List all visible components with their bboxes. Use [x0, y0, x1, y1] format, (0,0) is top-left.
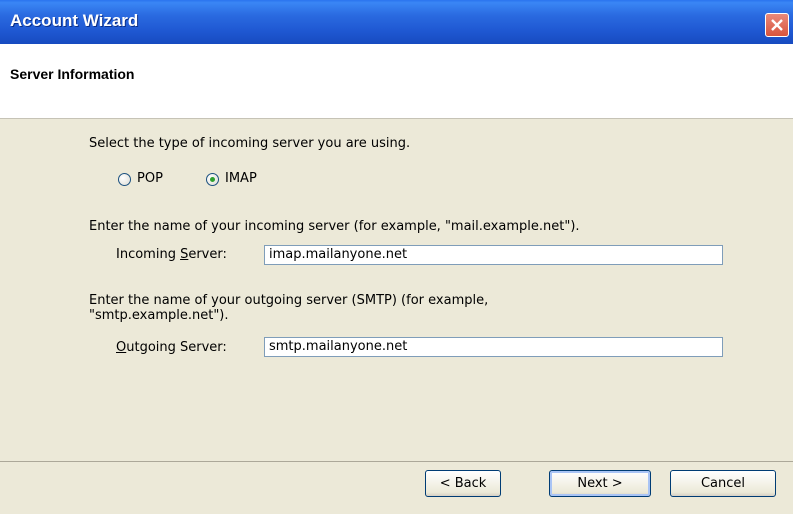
incoming-server-field[interactable]: imap.mailanyone.net — [264, 245, 723, 265]
outgoing-server-prompt-line1: Enter the name of your outgoing server (… — [89, 293, 489, 308]
wizard-header: Server Information — [0, 44, 793, 119]
outgoing-server-label: Outgoing Server: — [116, 340, 227, 355]
account-wizard-window: Account Wizard Server Information Select… — [0, 0, 793, 514]
outgoing-server-field[interactable]: smtp.mailanyone.net — [264, 337, 723, 357]
outgoing-label-accesskey: O — [116, 340, 127, 355]
outgoing-server-prompt-line2: "smtp.example.net"). — [89, 308, 229, 323]
next-button[interactable]: Next > — [549, 470, 651, 497]
pop-radio[interactable] — [118, 173, 131, 186]
server-type-prompt: Select the type of incoming server you a… — [89, 136, 411, 151]
title-bar[interactable]: Account Wizard — [0, 0, 793, 44]
cancel-button[interactable]: Cancel — [670, 470, 776, 497]
incoming-label-prefix: Incoming — [116, 247, 181, 262]
page-title: Server Information — [10, 66, 135, 82]
wizard-content — [0, 119, 793, 461]
incoming-label-suffix: erver: — [188, 247, 227, 262]
imap-radio[interactable] — [206, 173, 219, 186]
back-button[interactable]: < Back — [425, 470, 501, 497]
incoming-server-label: Incoming Server: — [116, 247, 227, 262]
imap-radio-label[interactable]: IMAP — [225, 171, 257, 186]
pop-radio-label[interactable]: POP — [137, 171, 163, 186]
imap-radio-selected-dot — [210, 177, 215, 182]
incoming-server-prompt: Enter the name of your incoming server (… — [89, 219, 580, 234]
window-title: Account Wizard — [10, 11, 139, 30]
footer-divider — [0, 461, 793, 462]
outgoing-label-suffix: utgoing Server: — [126, 340, 227, 355]
close-button[interactable] — [765, 13, 789, 37]
